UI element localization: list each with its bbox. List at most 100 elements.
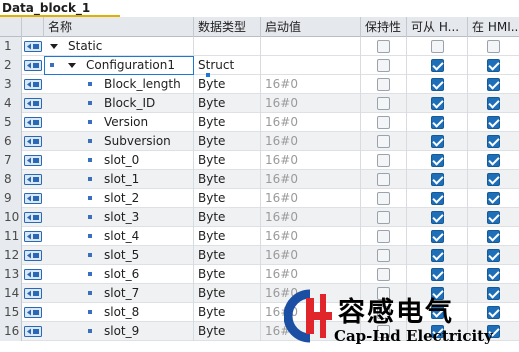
hmi-accessible-checkbox[interactable] — [431, 249, 444, 262]
header-retain[interactable]: 保持性 — [361, 17, 407, 37]
expand-triangle-icon[interactable] — [50, 44, 58, 49]
table-row[interactable]: 9 slot_2 Byte 16#0 — [0, 189, 519, 208]
cell-name[interactable]: slot_6 — [44, 265, 194, 284]
cell-start-value[interactable]: 16#0 — [261, 75, 361, 94]
cell-name[interactable]: Version — [44, 113, 194, 132]
cell-name[interactable]: slot_3 — [44, 208, 194, 227]
table-row[interactable]: 2 Configuration1 Struct — [0, 56, 519, 77]
retain-checkbox[interactable] — [377, 116, 390, 129]
cell-name[interactable]: Block_ID — [44, 94, 194, 113]
retain-checkbox[interactable] — [377, 268, 390, 281]
hmi-accessible-checkbox[interactable] — [431, 192, 444, 205]
hmi-accessible-checkbox[interactable] — [431, 116, 444, 129]
cell-datatype[interactable]: Byte — [194, 322, 261, 341]
table-row[interactable]: 12 slot_5 Byte 16#0 — [0, 246, 519, 265]
table-row[interactable]: 6 Subversion Byte 16#0 — [0, 132, 519, 151]
cell-start-value[interactable]: 16#0 — [261, 113, 361, 132]
retain-checkbox[interactable] — [377, 78, 390, 91]
header-hmi-visible[interactable]: 在 HMI... — [468, 17, 519, 37]
retain-checkbox[interactable] — [377, 40, 390, 53]
cell-datatype[interactable]: Byte — [194, 303, 261, 322]
cell-start-value[interactable]: 16#0 — [261, 94, 361, 113]
retain-checkbox[interactable] — [377, 192, 390, 205]
hmi-visible-checkbox[interactable] — [487, 78, 500, 91]
cell-datatype[interactable]: Byte — [194, 94, 261, 113]
retain-checkbox[interactable] — [377, 97, 390, 110]
cell-start-value[interactable]: 16#0 — [261, 246, 361, 265]
header-name[interactable]: 名称 — [44, 17, 194, 37]
cell-datatype[interactable]: Byte — [194, 113, 261, 132]
cell-datatype[interactable]: Byte — [194, 132, 261, 151]
table-row[interactable]: 3 Block_length Byte 16#0 — [0, 75, 519, 94]
cell-start-value[interactable]: 16#0 — [261, 265, 361, 284]
cell-name[interactable]: slot_2 — [44, 189, 194, 208]
cell-start-value[interactable]: 16#0 — [261, 189, 361, 208]
cell-datatype[interactable]: Byte — [194, 189, 261, 208]
header-datatype[interactable]: 数据类型 — [194, 17, 261, 37]
retain-checkbox[interactable] — [377, 173, 390, 186]
retain-checkbox[interactable] — [377, 230, 390, 243]
hmi-visible-checkbox[interactable] — [487, 116, 500, 129]
cell-datatype[interactable] — [194, 37, 261, 56]
hmi-accessible-checkbox[interactable] — [431, 230, 444, 243]
hmi-accessible-checkbox[interactable] — [431, 211, 444, 224]
hmi-visible-checkbox[interactable] — [487, 230, 500, 243]
cell-name[interactable]: Static — [44, 37, 194, 56]
cell-start-value[interactable]: 16#0 — [261, 227, 361, 246]
hmi-visible-checkbox[interactable] — [487, 249, 500, 262]
hmi-accessible-checkbox[interactable] — [431, 59, 444, 72]
cell-name[interactable]: slot_8 — [44, 303, 194, 322]
table-row[interactable]: 13 slot_6 Byte 16#0 — [0, 265, 519, 284]
cell-name[interactable]: slot_0 — [44, 151, 194, 170]
hmi-accessible-checkbox[interactable] — [431, 78, 444, 91]
hmi-accessible-checkbox[interactable] — [431, 154, 444, 167]
cell-name[interactable]: slot_4 — [44, 227, 194, 246]
retain-checkbox[interactable] — [377, 154, 390, 167]
retain-checkbox[interactable] — [377, 211, 390, 224]
cell-datatype[interactable]: Byte — [194, 284, 261, 303]
cell-name[interactable]: slot_5 — [44, 246, 194, 265]
retain-checkbox[interactable] — [377, 135, 390, 148]
cell-datatype[interactable]: Byte — [194, 75, 261, 94]
cell-start-value[interactable]: 16#0 — [261, 151, 361, 170]
hmi-visible-checkbox[interactable] — [487, 40, 500, 53]
table-row[interactable]: 5 Version Byte 16#0 — [0, 113, 519, 132]
hmi-accessible-checkbox[interactable] — [431, 97, 444, 110]
hmi-accessible-checkbox[interactable] — [431, 135, 444, 148]
cell-datatype[interactable]: Byte — [194, 151, 261, 170]
cell-name[interactable]: Block_length — [44, 75, 194, 94]
cell-start-value[interactable]: 16#0 — [261, 170, 361, 189]
table-row[interactable]: 4 Block_ID Byte 16#0 — [0, 94, 519, 113]
cell-datatype[interactable]: Byte — [194, 246, 261, 265]
table-row[interactable]: 8 slot_1 Byte 16#0 — [0, 170, 519, 189]
hmi-visible-checkbox[interactable] — [487, 192, 500, 205]
hmi-accessible-checkbox[interactable] — [431, 40, 444, 53]
header-start-value[interactable]: 启动值 — [261, 17, 361, 37]
cell-name[interactable]: Subversion — [44, 132, 194, 151]
table-row[interactable]: 10 slot_3 Byte 16#0 — [0, 208, 519, 227]
hmi-visible-checkbox[interactable] — [487, 211, 500, 224]
cell-datatype[interactable]: Byte — [194, 208, 261, 227]
hmi-visible-checkbox[interactable] — [487, 173, 500, 186]
cell-datatype[interactable]: Byte — [194, 170, 261, 189]
cell-datatype[interactable]: Byte — [194, 265, 261, 284]
hmi-visible-checkbox[interactable] — [487, 59, 500, 72]
retain-checkbox[interactable] — [377, 59, 390, 72]
hmi-visible-checkbox[interactable] — [487, 268, 500, 281]
hmi-visible-checkbox[interactable] — [487, 135, 500, 148]
cell-name[interactable]: slot_7 — [44, 284, 194, 303]
cell-datatype[interactable]: Byte — [194, 227, 261, 246]
cell-start-value[interactable]: 16#0 — [261, 208, 361, 227]
editor-tab[interactable]: Data_block_1 — [0, 0, 519, 17]
hmi-accessible-checkbox[interactable] — [431, 268, 444, 281]
cell-start-value[interactable] — [261, 37, 361, 56]
header-hmi-accessible[interactable]: 可从 H... — [407, 17, 468, 37]
hmi-accessible-checkbox[interactable] — [431, 173, 444, 186]
cell-datatype[interactable]: Struct — [194, 56, 261, 75]
hmi-visible-checkbox[interactable] — [487, 154, 500, 167]
table-row[interactable]: 1 Static — [0, 37, 519, 56]
table-row[interactable]: 11 slot_4 Byte 16#0 — [0, 227, 519, 246]
hmi-visible-checkbox[interactable] — [487, 97, 500, 110]
cell-start-value[interactable] — [261, 56, 361, 75]
cell-name[interactable]: slot_1 — [44, 170, 194, 189]
